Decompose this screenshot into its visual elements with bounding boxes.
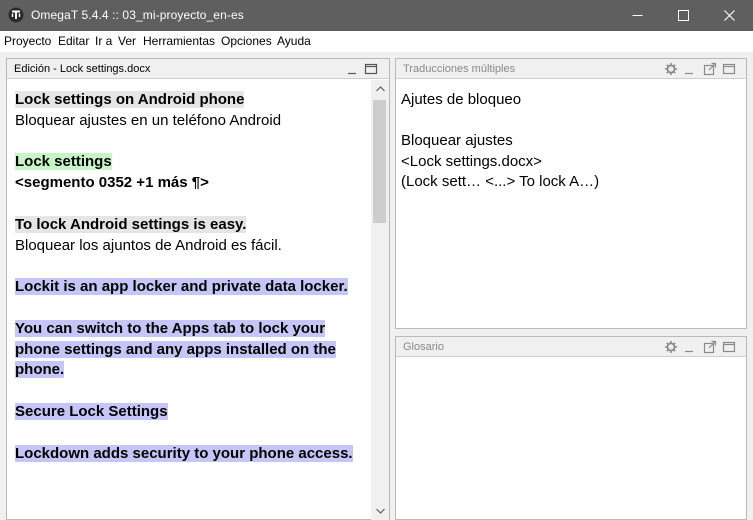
gear-icon[interactable] <box>664 62 678 76</box>
editor-scrollbar[interactable] <box>371 80 389 520</box>
maximize-pane-icon[interactable] <box>722 340 736 354</box>
multiple-translations-title: Traducciones múltiples <box>403 63 516 75</box>
segment-source: Lock settings on Android phone <box>15 91 245 108</box>
minimize-pane-icon[interactable] <box>683 340 697 354</box>
segment-source-untranslated: Secure Lock Settings <box>15 402 168 420</box>
menu-proyecto[interactable]: Proyecto <box>4 34 51 48</box>
chevron-down-icon <box>375 508 385 514</box>
segment-source-untranslated: Lockdown adds security to your phone acc… <box>15 444 353 462</box>
segment-3-target: Bloquear los ajuntos de Android es fácil… <box>15 236 282 254</box>
menu-herramientas[interactable]: Herramientas <box>143 34 215 48</box>
segment-4[interactable]: Lockit is an app locker and private data… <box>15 277 369 298</box>
close-button[interactable] <box>706 0 752 31</box>
translation-line: Ajutes de bloqueo <box>401 91 522 108</box>
editor-title: Edición - Lock settings.docx <box>14 63 151 75</box>
scroll-down-button[interactable] <box>371 502 389 520</box>
translation-line: (Lock sett… <...> To lock A…) <box>401 173 600 191</box>
translation-line: Bloquear ajustes <box>401 132 513 150</box>
chevron-up-icon <box>375 86 385 92</box>
segment-source: To lock Android settings is easy. <box>15 215 247 233</box>
multiple-translations-content: Ajutes de bloqueo Bloquear ajustes <Lock… <box>401 90 599 193</box>
scroll-up-button[interactable] <box>371 80 389 98</box>
segment-1-target: Bloquear ajustes en un teléfono Android <box>15 111 282 129</box>
minimize-icon <box>632 15 642 16</box>
window-title: OmegaT 5.4.4 :: 03_mi-proyecto_en-es <box>31 8 244 22</box>
undock-icon[interactable] <box>703 340 717 354</box>
segment-source-untranslated: Lockit is an app locker and private data… <box>15 278 348 296</box>
omegat-logo-icon <box>8 7 24 23</box>
window-titlebar: OmegaT 5.4.4 :: 03_mi-proyecto_en-es <box>0 0 753 31</box>
segment-2[interactable]: Lock settings <box>15 152 369 173</box>
minimize-pane-icon[interactable] <box>683 62 697 76</box>
undock-icon[interactable] <box>703 62 717 76</box>
translation-line: <Lock settings.docx> <box>401 152 542 170</box>
scroll-thumb[interactable] <box>373 100 386 223</box>
maximize-pane-icon[interactable] <box>722 62 736 76</box>
segment-source-active: Lock settings <box>15 153 112 171</box>
segment-6[interactable]: Secure Lock Settings <box>15 402 369 423</box>
glossary-title: Glosario <box>403 341 444 353</box>
menu-opciones[interactable]: Opciones <box>221 34 272 48</box>
menu-editar[interactable]: Editar <box>58 34 89 48</box>
minimize-button[interactable] <box>614 0 660 31</box>
multiple-translations-panel: Traducciones múltiples Ajutes de bloqueo… <box>395 58 747 329</box>
segment-marker: <segmento 0352 +1 más ¶> <box>15 174 209 192</box>
gear-icon[interactable] <box>664 340 678 354</box>
maximize-pane-icon[interactable] <box>364 62 378 76</box>
glossary-panel: Glosario <box>395 336 747 520</box>
editor-header: Edición - Lock settings.docx <box>7 59 389 79</box>
menu-ir-a[interactable]: Ir a <box>95 34 112 48</box>
segment-source-untranslated: You can switch to the Apps tab to lock y… <box>15 319 336 379</box>
segment-3[interactable]: To lock Android settings is easy. <box>15 215 369 236</box>
minimize-pane-icon[interactable] <box>346 62 360 76</box>
maximize-icon <box>677 10 689 21</box>
editor-document[interactable]: Lock settings on Android phone Bloquear … <box>15 90 369 464</box>
segment-7[interactable]: Lockdown adds security to your phone acc… <box>15 444 369 465</box>
menu-bar: Proyecto Editar Ir a Ver Herramientas Op… <box>0 31 753 52</box>
editor-panel: Edición - Lock settings.docx Lock settin… <box>6 58 390 520</box>
glossary-header: Glosario <box>396 337 746 357</box>
menu-ver[interactable]: Ver <box>118 34 136 48</box>
close-icon <box>723 10 735 21</box>
maximize-button[interactable] <box>660 0 706 31</box>
segment-1[interactable]: Lock settings on Android phone <box>15 90 369 111</box>
segment-5[interactable]: You can switch to the Apps tab to lock y… <box>15 319 369 381</box>
multiple-translations-header: Traducciones múltiples <box>396 59 746 79</box>
menu-ayuda[interactable]: Ayuda <box>277 34 311 48</box>
